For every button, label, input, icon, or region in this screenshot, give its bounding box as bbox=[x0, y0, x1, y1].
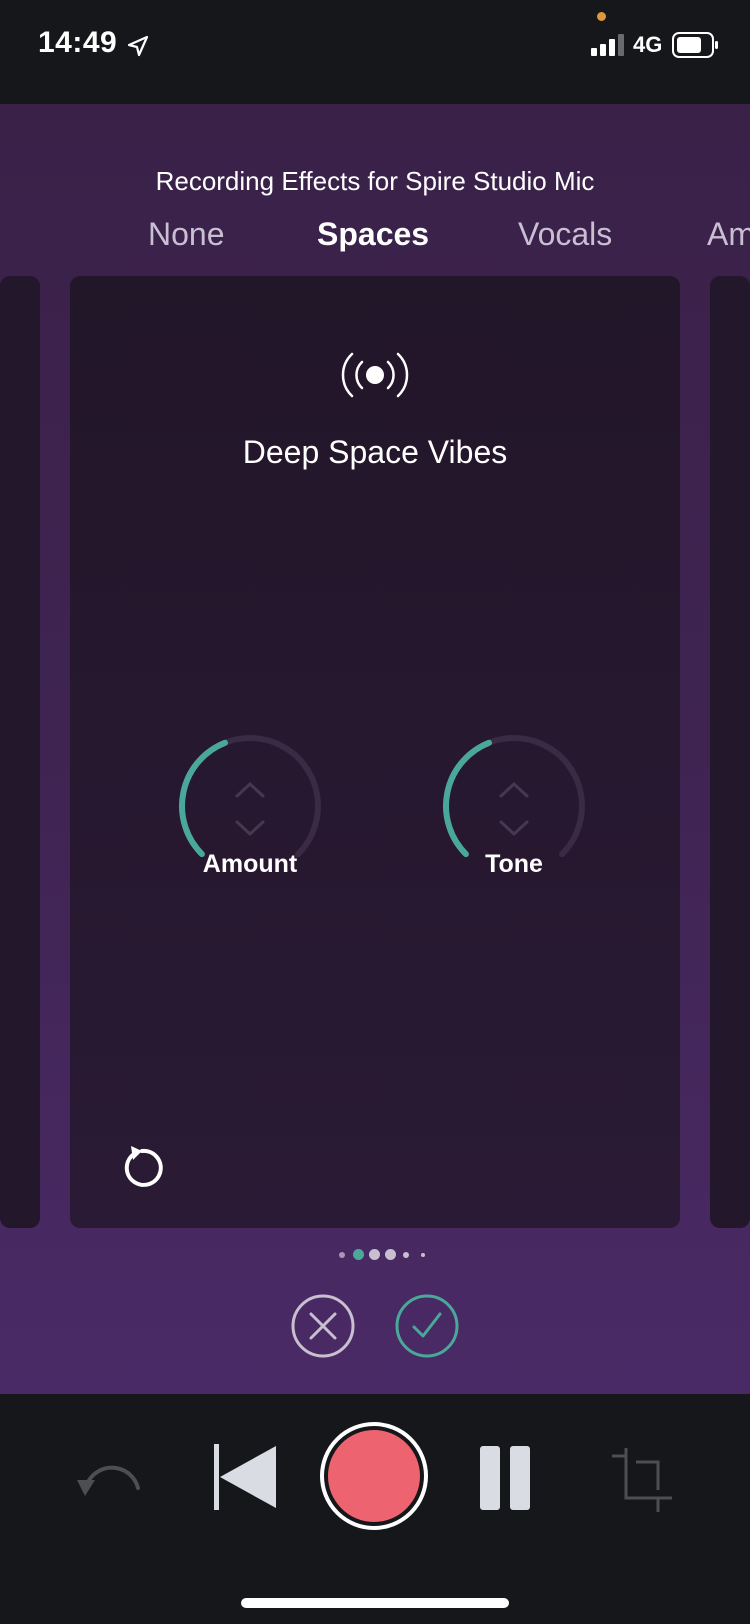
record-button[interactable] bbox=[320, 1422, 428, 1530]
status-time: 14:49 bbox=[38, 26, 118, 59]
page-dot[interactable] bbox=[403, 1252, 409, 1258]
pause-icon-bar[interactable] bbox=[510, 1446, 530, 1510]
recording-indicator-dot bbox=[597, 12, 606, 21]
undo-icon[interactable] bbox=[74, 1452, 144, 1504]
tab-none[interactable]: None bbox=[148, 216, 225, 253]
check-circle-icon[interactable] bbox=[395, 1294, 459, 1358]
record-dot bbox=[328, 1430, 420, 1522]
effect-title: Deep Space Vibes bbox=[242, 434, 508, 470]
page-dot[interactable] bbox=[385, 1249, 396, 1260]
panel-title: Recording Effects for Spire Studio Mic bbox=[155, 166, 595, 196]
amount-label: Amount bbox=[202, 850, 298, 878]
tab-spaces[interactable]: Spaces bbox=[317, 216, 429, 253]
battery-icon bbox=[672, 32, 718, 58]
effects-panel: Recording Effects for Spire Studio Mic N… bbox=[0, 104, 750, 1394]
amount-knob-level bbox=[179, 739, 228, 858]
page-dot[interactable] bbox=[339, 1252, 345, 1258]
tone-label: Tone bbox=[485, 850, 543, 878]
effect-card: Deep Space Vibes Amount Tone bbox=[70, 276, 680, 1228]
tab-vocals[interactable]: Vocals bbox=[518, 216, 612, 253]
status-bar: 14:49 4G bbox=[0, 0, 750, 104]
tone-knob-level bbox=[443, 739, 492, 858]
close-circle-icon[interactable] bbox=[291, 1294, 355, 1358]
crop-icon[interactable] bbox=[610, 1446, 678, 1514]
transport-bar bbox=[0, 1394, 750, 1624]
broadcast-icon bbox=[341, 352, 409, 398]
page-dot[interactable] bbox=[369, 1249, 380, 1260]
previous-effect-card[interactable] bbox=[0, 276, 40, 1228]
home-indicator[interactable] bbox=[241, 1598, 509, 1608]
page-indicator bbox=[0, 1248, 750, 1262]
pause-icon[interactable] bbox=[480, 1446, 500, 1510]
network-type: 4G bbox=[633, 32, 663, 57]
reset-icon[interactable] bbox=[120, 1142, 164, 1188]
location-arrow-icon bbox=[127, 35, 149, 57]
page-dot[interactable] bbox=[421, 1253, 425, 1257]
rewind-icon[interactable] bbox=[214, 1444, 278, 1510]
next-effect-card[interactable] bbox=[710, 276, 750, 1228]
tab-amp[interactable]: Am bbox=[707, 216, 750, 253]
page-dot-active[interactable] bbox=[353, 1249, 364, 1260]
signal-bars-icon bbox=[591, 34, 624, 56]
